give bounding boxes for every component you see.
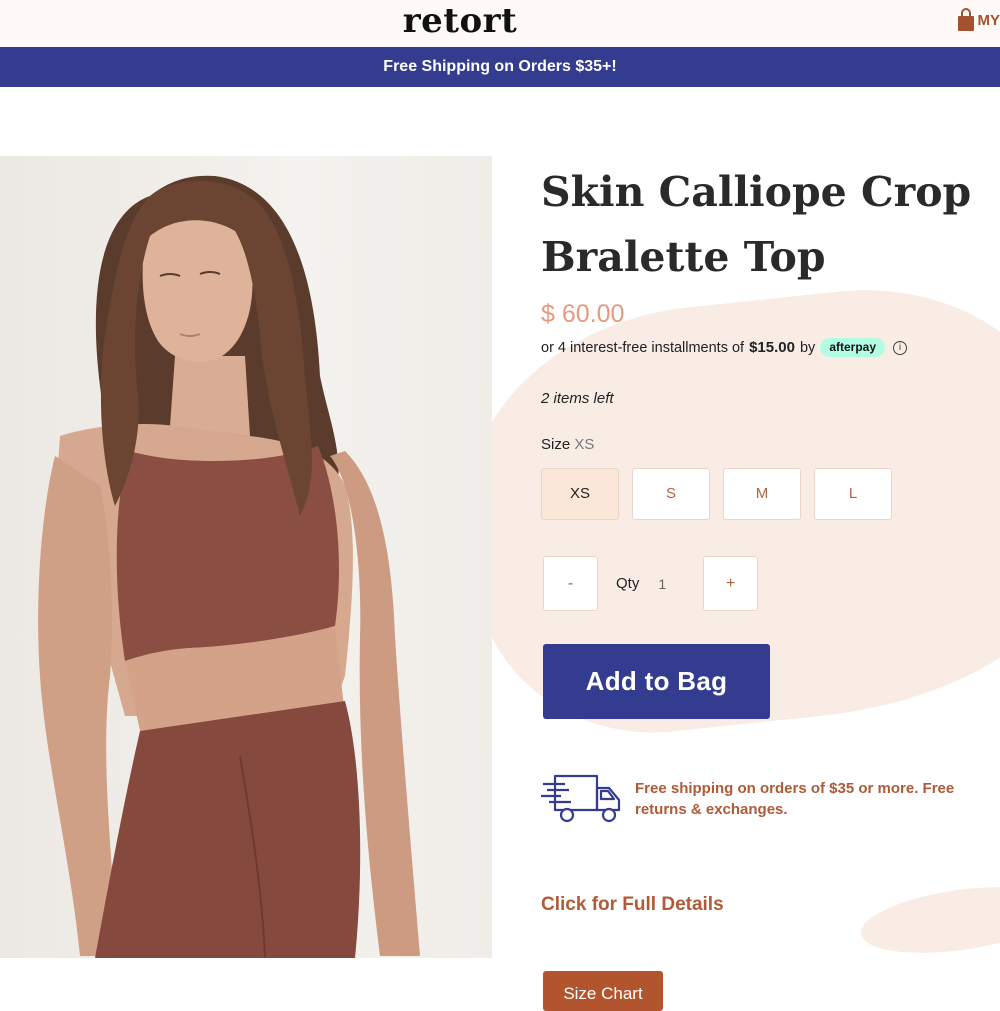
quantity-input[interactable]: 1	[658, 576, 666, 592]
account-label: MY	[978, 12, 1000, 29]
size-selected-value: XS	[574, 436, 594, 453]
shipping-note: Free shipping on orders of $35 or more. …	[635, 772, 985, 820]
decorative-brush-stroke	[857, 876, 1000, 963]
size-label-text: Size	[541, 436, 570, 453]
brand-logo[interactable]: retort	[0, 0, 920, 42]
installment-amount: $15.00	[749, 339, 795, 356]
installments-text: or 4 interest-free installments of	[541, 340, 744, 356]
size-option-l[interactable]: L	[814, 468, 892, 520]
shopping-bag-icon	[957, 8, 975, 32]
promo-banner: Free Shipping on Orders $35+!	[0, 47, 1000, 87]
stock-status: 2 items left	[541, 390, 614, 407]
info-icon[interactable]: i	[893, 341, 907, 355]
size-option-xs[interactable]: XS	[541, 468, 619, 520]
product-title: Skin Calliope Crop Bralette Top	[541, 160, 981, 290]
size-option-m[interactable]: M	[723, 468, 801, 520]
installments-by: by	[800, 340, 815, 356]
product-price: $ 60.00	[541, 300, 624, 329]
decrease-quantity-button[interactable]: -	[543, 556, 598, 611]
full-details-link[interactable]: Click for Full Details	[541, 894, 724, 916]
quantity-stepper: - Qty 1 +	[543, 556, 758, 611]
add-to-bag-button[interactable]: Add to Bag	[543, 644, 770, 719]
increase-quantity-button[interactable]: +	[703, 556, 758, 611]
shipping-info: Free shipping on orders of $35 or more. …	[541, 772, 985, 826]
size-chart-button[interactable]: Size Chart	[543, 971, 663, 1011]
model-photo	[0, 156, 492, 958]
size-option-s[interactable]: S	[632, 468, 710, 520]
account-bag-link[interactable]: MY	[957, 7, 1000, 33]
product-info: Skin Calliope Crop Bralette Top $ 60.00 …	[541, 160, 981, 290]
site-header: retort MY	[0, 0, 1000, 48]
product-image[interactable]	[0, 156, 492, 958]
installments-line: or 4 interest-free installments of $15.0…	[541, 338, 907, 357]
size-label: Size XS	[541, 436, 594, 453]
afterpay-badge[interactable]: afterpay	[820, 338, 885, 357]
quantity-label: Qty	[616, 575, 639, 592]
size-selector: XS S M L	[541, 468, 892, 520]
delivery-truck-icon	[541, 772, 625, 826]
